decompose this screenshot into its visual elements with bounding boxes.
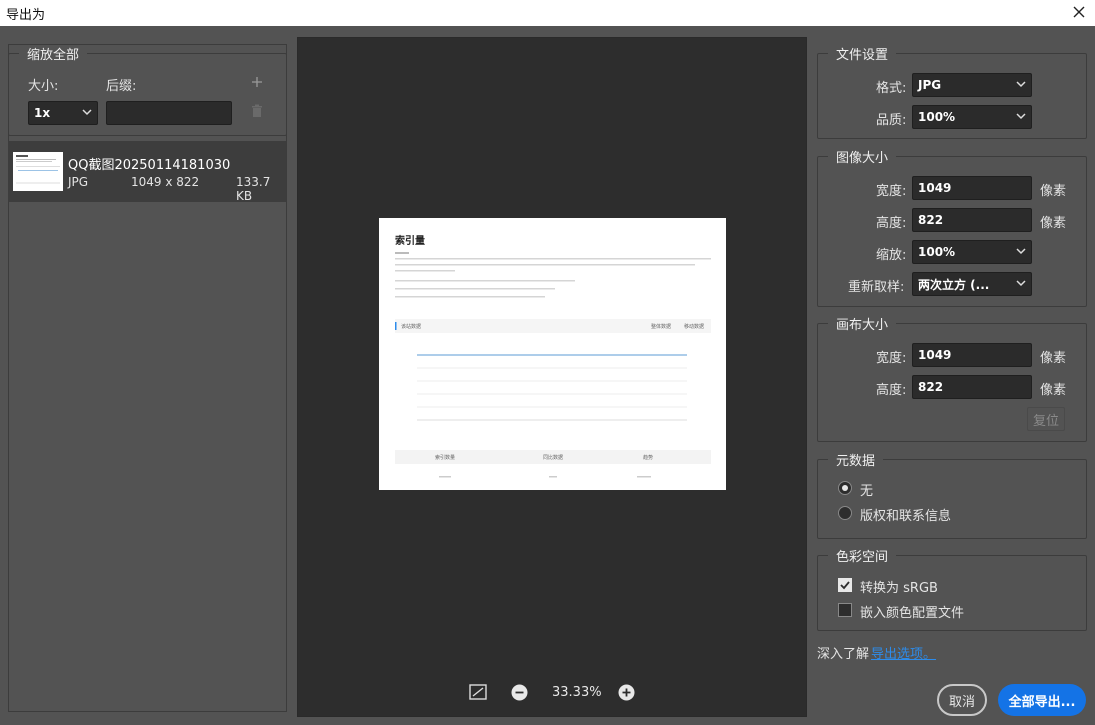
size-select-value: 1x <box>34 106 51 120</box>
image-height-input[interactable]: 822 <box>912 208 1032 232</box>
canvas-width-label: 宽度: <box>876 351 907 366</box>
scale-label: 缩放: <box>876 248 907 263</box>
doc-table-header-2: 同比数据 <box>543 455 564 461</box>
chevron-down-icon <box>1016 248 1026 255</box>
image-size-title: 图像大小 <box>836 151 889 166</box>
image-width-label: 宽度: <box>876 184 907 199</box>
scale-select[interactable]: 100% <box>912 240 1032 264</box>
canvas-height-input[interactable]: 822 <box>912 375 1032 399</box>
image-height-label: 高度: <box>876 216 907 231</box>
embed-profile-checkbox[interactable] <box>838 603 852 617</box>
quality-value: 100% <box>918 110 956 124</box>
color-space-title: 色彩空间 <box>836 550 889 565</box>
image-width-value: 1049 <box>918 181 952 195</box>
trash-icon[interactable] <box>251 104 263 118</box>
metadata-none-radio[interactable] <box>838 481 852 495</box>
embed-profile-label[interactable]: 嵌入颜色配置文件 <box>860 602 964 621</box>
zoom-out-icon[interactable] <box>511 684 528 701</box>
scale-value: 100% <box>918 245 956 259</box>
metadata-copyright-label[interactable]: 版权和联系信息 <box>860 505 951 524</box>
learn-more-text: 深入了解 <box>817 647 870 662</box>
resample-value: 两次立方 (... <box>918 277 990 292</box>
file-settings-title: 文件设置 <box>836 48 889 63</box>
export-options-link[interactable]: 导出选项。 <box>871 643 936 662</box>
scale-all-title: 缩放全部 <box>27 48 80 63</box>
close-icon[interactable] <box>1069 2 1089 22</box>
zoom-level: 33.33% <box>552 685 602 700</box>
doc-body <box>395 252 711 478</box>
size-select[interactable]: 1x <box>28 101 98 125</box>
size-label: 大小: <box>28 79 59 94</box>
format-label: 格式: <box>876 81 907 96</box>
suffix-input[interactable] <box>106 101 232 125</box>
image-height-unit: 像素 <box>1040 216 1067 231</box>
metadata-copyright-radio[interactable] <box>838 506 852 520</box>
doc-tab-1: 整体数据 <box>651 324 672 330</box>
reset-button[interactable]: 复位 <box>1027 407 1065 431</box>
fit-to-view-icon[interactable] <box>469 684 487 700</box>
canvas-width-input[interactable]: 1049 <box>912 343 1032 367</box>
preview-image: 索引量 该站数据 整体数据 移动数据 索引数量 同比数据 趋势 <box>379 218 726 490</box>
format-select[interactable]: JPG <box>912 73 1032 97</box>
doc-tab-2: 移动数据 <box>684 324 705 330</box>
metadata-none-label[interactable]: 无 <box>860 480 873 499</box>
quality-label: 品质: <box>876 113 907 128</box>
checkmark-icon <box>840 581 850 590</box>
canvas-width-unit: 像素 <box>1040 351 1067 366</box>
chevron-down-icon <box>1016 280 1026 287</box>
doc-table-header-3: 趋势 <box>643 455 654 461</box>
preview-area[interactable]: 索引量 该站数据 整体数据 移动数据 索引数量 同比数据 趋势 33.33% <box>297 37 807 717</box>
convert-srgb-checkbox[interactable] <box>838 578 852 592</box>
file-format: JPG <box>68 175 89 189</box>
canvas-height-value: 822 <box>918 380 944 394</box>
chevron-down-icon <box>1016 113 1026 120</box>
doc-table-header-1: 索引数量 <box>435 455 456 461</box>
file-name: QQ截图20250114181030 <box>68 158 231 173</box>
title-bar: 导出为 <box>0 0 1095 26</box>
doc-section-title: 该站数据 <box>401 324 422 330</box>
add-icon[interactable] <box>251 76 263 88</box>
metadata-title: 元数据 <box>836 454 876 469</box>
cancel-button[interactable]: 取消 <box>937 684 987 716</box>
metadata-group: 元数据 <box>817 450 1087 539</box>
file-size: 133.7 KB <box>236 175 271 203</box>
file-thumbnail <box>13 152 63 191</box>
export-all-button[interactable]: 全部导出... <box>998 684 1086 716</box>
resample-select[interactable]: 两次立方 (... <box>912 272 1032 296</box>
canvas-height-unit: 像素 <box>1040 383 1067 398</box>
format-value: JPG <box>918 78 942 92</box>
zoom-in-icon[interactable] <box>618 684 635 701</box>
quality-select[interactable]: 100% <box>912 105 1032 129</box>
file-dimensions: 1049 x 822 <box>131 175 200 189</box>
image-width-input[interactable]: 1049 <box>912 176 1032 200</box>
resample-label: 重新取样: <box>848 280 905 295</box>
chevron-down-icon <box>1016 81 1026 88</box>
image-width-unit: 像素 <box>1040 184 1067 199</box>
window-title: 导出为 <box>6 8 46 23</box>
canvas-size-title: 画布大小 <box>836 318 889 333</box>
suffix-label: 后缀: <box>106 79 137 94</box>
canvas-height-label: 高度: <box>876 383 907 398</box>
chevron-down-icon <box>82 109 92 116</box>
file-list-item[interactable]: QQ截图20250114181030 JPG 1049 x 822 133.7 … <box>8 141 286 203</box>
canvas-width-value: 1049 <box>918 348 952 362</box>
convert-srgb-label[interactable]: 转换为 sRGB <box>860 577 938 596</box>
image-height-value: 822 <box>918 213 944 227</box>
